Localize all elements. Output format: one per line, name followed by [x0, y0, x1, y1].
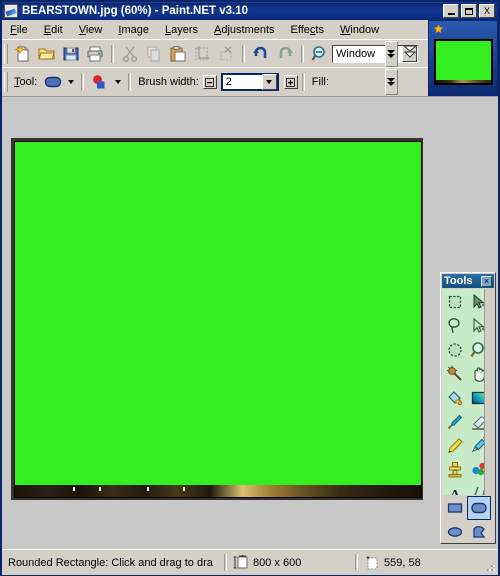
status-bar: Rounded Rectangle: Click and drag to dra…: [2, 549, 498, 575]
document-canvas[interactable]: [14, 141, 422, 498]
brush-width-input[interactable]: 2: [220, 73, 279, 91]
tool-label: Tool:: [14, 76, 38, 88]
paintbrush-tool[interactable]: [443, 410, 467, 434]
deselect-all-button[interactable]: [214, 43, 238, 66]
brush-width-value: 2: [225, 76, 232, 88]
ellipse-tool[interactable]: [443, 520, 467, 544]
color-blend-icon[interactable]: [88, 71, 112, 94]
tool-dropdown-arrow[interactable]: [65, 73, 77, 91]
status-separator: [224, 554, 227, 571]
blend-mode-button[interactable]: [88, 71, 124, 94]
print-button[interactable]: [83, 43, 107, 66]
toolbar-overflow-button-2[interactable]: [385, 69, 398, 95]
toolbar-separator: [81, 73, 85, 91]
copy-button[interactable]: [142, 43, 166, 66]
menu-item-edit[interactable]: Edit: [36, 22, 71, 38]
ellipse-select-tool[interactable]: [443, 338, 467, 362]
toolbar-expand-icon[interactable]: [402, 44, 418, 63]
toolbar-separator: [301, 73, 305, 91]
star-icon: [433, 24, 444, 34]
document-thumbnail[interactable]: [434, 39, 493, 85]
active-tool-button[interactable]: [41, 71, 77, 94]
underlying-photo-strip: [15, 485, 421, 497]
menu-bar: File Edit View Image Layers Adjustments Effect…: [2, 20, 498, 39]
brush-width-decrease-button[interactable]: [202, 75, 217, 89]
text-tool[interactable]: A: [443, 482, 467, 496]
magic-wand-tool[interactable]: [443, 362, 467, 386]
canvas-area[interactable]: [2, 96, 498, 549]
menu-item-effects[interactable]: Effects: [283, 22, 332, 38]
tools-palette[interactable]: Tools ×: [440, 272, 496, 544]
menu-item-layers[interactable]: Layers: [157, 22, 206, 38]
tools-scrollbar[interactable]: [484, 289, 494, 495]
chevron-double-down-icon: [387, 77, 396, 87]
toolbar-grip[interactable]: [4, 44, 8, 64]
undo-button[interactable]: [249, 43, 273, 66]
new-button[interactable]: [11, 43, 35, 66]
image-size-icon: [233, 555, 248, 569]
cursor-position-icon: [366, 556, 378, 570]
brush-width-label: Brush width:: [138, 76, 199, 88]
fill-label: Fill:: [311, 76, 329, 88]
rectangle-select-tool[interactable]: [443, 290, 467, 314]
status-separator: [355, 554, 358, 571]
status-size-pane: 800 x 600: [231, 553, 351, 572]
zoom-icon[interactable]: [308, 43, 332, 66]
toolbar-overflow-button-1[interactable]: [385, 41, 398, 67]
tools-palette-titlebar[interactable]: Tools ×: [442, 274, 494, 288]
shapes-tool-group: [442, 495, 494, 543]
toolbar-separator: [111, 45, 114, 63]
clone-stamp-tool[interactable]: [443, 458, 467, 482]
svg-text:A: A: [450, 488, 461, 496]
close-icon: ×: [483, 275, 490, 286]
main-toolbar: Window: [2, 39, 432, 68]
lasso-select-tool[interactable]: [443, 314, 467, 338]
menu-item-view[interactable]: View: [71, 22, 111, 38]
brush-width-dropdown-arrow[interactable]: [261, 74, 277, 90]
freeform-shape-tool[interactable]: [467, 520, 491, 544]
menu-item-window[interactable]: Window: [332, 22, 387, 38]
tools-palette-close-button[interactable]: ×: [481, 275, 492, 287]
menu-item-adjustments[interactable]: Adjustments: [206, 22, 283, 38]
resize-grip[interactable]: [483, 561, 495, 573]
window-controls: X: [443, 4, 495, 18]
toolbar-grip[interactable]: [4, 72, 8, 92]
rectangle-tool[interactable]: [443, 496, 467, 520]
toolbar-separator: [128, 73, 132, 91]
thumbnail-photo-strip: [436, 80, 491, 83]
tool-options-toolbar: Tool: Brush width: 2 Fill:: [2, 67, 432, 96]
image-list-panel[interactable]: [428, 20, 498, 105]
toolbar-separator: [301, 45, 304, 63]
tools-palette-title: Tools: [444, 275, 473, 287]
status-position-pane: 559, 58: [362, 553, 482, 572]
paint-net-window: BEARSTOWN.jpg (60%) - Paint.NET v3.10 X …: [0, 0, 500, 576]
cut-button[interactable]: [118, 43, 142, 66]
menu-item-file[interactable]: File: [2, 22, 36, 38]
crop-to-selection-button[interactable]: [190, 43, 214, 66]
maximize-button[interactable]: [461, 4, 477, 18]
status-help-text: Rounded Rectangle: Click and drag to dra: [8, 556, 213, 569]
rounded-rectangle-tool[interactable]: [467, 496, 491, 520]
save-button[interactable]: [59, 43, 83, 66]
title-bar: BEARSTOWN.jpg (60%) - Paint.NET v3.10 X: [2, 2, 498, 20]
status-position-text: 559, 58: [384, 556, 421, 569]
close-button[interactable]: X: [479, 4, 495, 18]
toolbar-separator: [242, 45, 245, 63]
window-title: BEARSTOWN.jpg (60%) - Paint.NET v3.10: [22, 5, 248, 17]
redo-button[interactable]: [273, 43, 297, 66]
chevron-double-down-icon: [387, 49, 396, 59]
pencil-tool[interactable]: [443, 434, 467, 458]
status-size-text: 800 x 600: [253, 556, 302, 569]
menu-item-image[interactable]: Image: [110, 22, 157, 38]
shapes-grid: [442, 495, 494, 545]
minimize-button[interactable]: [443, 4, 459, 18]
paintdotnet-icon: [4, 4, 18, 18]
open-button[interactable]: [35, 43, 59, 66]
paste-button[interactable]: [166, 43, 190, 66]
paint-bucket-tool[interactable]: [443, 386, 467, 410]
blend-mode-dropdown-arrow[interactable]: [112, 73, 124, 91]
brush-width-increase-button[interactable]: [283, 75, 298, 89]
status-help-pane: Rounded Rectangle: Click and drag to dra: [2, 553, 220, 572]
rounded-rectangle-icon[interactable]: [41, 71, 65, 94]
